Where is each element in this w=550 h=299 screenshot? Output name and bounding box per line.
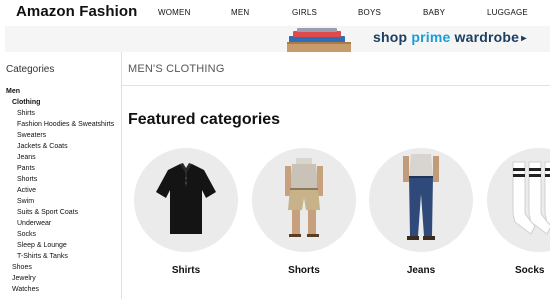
banner-wardrobe-text: wardrobe (450, 29, 520, 45)
sidebar-item-jeans[interactable]: Jeans (17, 153, 36, 162)
sidebar-item-shoes[interactable]: Shoes (12, 263, 32, 272)
category-image-shorts[interactable] (252, 148, 356, 252)
sidebar-item-pants[interactable]: Pants (17, 164, 35, 173)
sidebar-item-swim[interactable]: Swim (17, 197, 34, 206)
featured-categories-heading: Featured categories (128, 111, 281, 128)
category-image-shirts[interactable] (134, 148, 238, 252)
sidebar-item-underwear[interactable]: Underwear (17, 219, 51, 228)
category-image-socks[interactable] (487, 148, 550, 252)
nav-baby[interactable]: BABY (423, 8, 445, 17)
category-image-jeans[interactable] (369, 148, 473, 252)
nav-women[interactable]: WOMEN (158, 8, 191, 17)
sidebar-item-sweaters[interactable]: Sweaters (17, 131, 46, 140)
top-header: Amazon Fashion WOMEN MEN GIRLS BOYS BABY… (0, 0, 550, 26)
prime-wardrobe-banner[interactable]: shop prime wardrobe ▸ (5, 26, 550, 52)
category-label-shorts[interactable]: Shorts (252, 265, 356, 276)
category-card-socks[interactable]: Socks (487, 148, 550, 288)
category-label-jeans[interactable]: Jeans (369, 265, 473, 276)
nav-luggage[interactable]: LUGGAGE (487, 8, 528, 17)
category-label-socks[interactable]: Socks (515, 265, 550, 276)
category-label-shirts[interactable]: Shirts (134, 265, 238, 276)
nav-girls[interactable]: GIRLS (292, 8, 317, 17)
top-nav: WOMEN MEN GIRLS BOYS BABY LUGGAGE (0, 8, 550, 20)
category-sidebar: Categories Men Clothing Shirts Fashion H… (0, 52, 122, 299)
page-title: MEN'S CLOTHING (128, 63, 225, 75)
socks-icon (512, 161, 550, 235)
banner-shop-text: shop (373, 29, 412, 45)
shorts-icon (285, 158, 323, 237)
banner-prime-text: prime (411, 29, 451, 45)
sidebar-item-active[interactable]: Active (17, 186, 36, 195)
divider (122, 85, 550, 86)
sidebar-item-tshirts[interactable]: T-Shirts & Tanks (17, 252, 68, 261)
nav-boys[interactable]: BOYS (358, 8, 381, 17)
sidebar-item-clothing[interactable]: Clothing (12, 98, 40, 107)
polo-shirt-icon (156, 163, 216, 234)
sidebar-item-watches[interactable]: Watches (12, 285, 39, 294)
sidebar-item-shirts[interactable]: Shirts (17, 109, 35, 118)
folded-clothes-image (287, 28, 351, 52)
sidebar-item-men[interactable]: Men (6, 87, 20, 96)
banner-headline[interactable]: shop prime wardrobe ▸ (373, 29, 526, 45)
sidebar-item-jewelry[interactable]: Jewelry (12, 274, 36, 283)
sidebar-item-shorts[interactable]: Shorts (17, 175, 37, 184)
sidebar-item-sleep[interactable]: Sleep & Lounge (17, 241, 67, 250)
nav-men[interactable]: MEN (231, 8, 249, 17)
jeans-icon (403, 154, 439, 240)
sidebar-item-jackets[interactable]: Jackets & Coats (17, 142, 68, 151)
sidebar-item-suits[interactable]: Suits & Sport Coats (17, 208, 78, 217)
sidebar-item-socks[interactable]: Socks (17, 230, 36, 239)
arrow-right-icon: ▸ (521, 33, 527, 44)
sidebar-title: Categories (6, 64, 55, 75)
sidebar-item-hoodies[interactable]: Fashion Hoodies & Sweatshirts (17, 120, 114, 129)
